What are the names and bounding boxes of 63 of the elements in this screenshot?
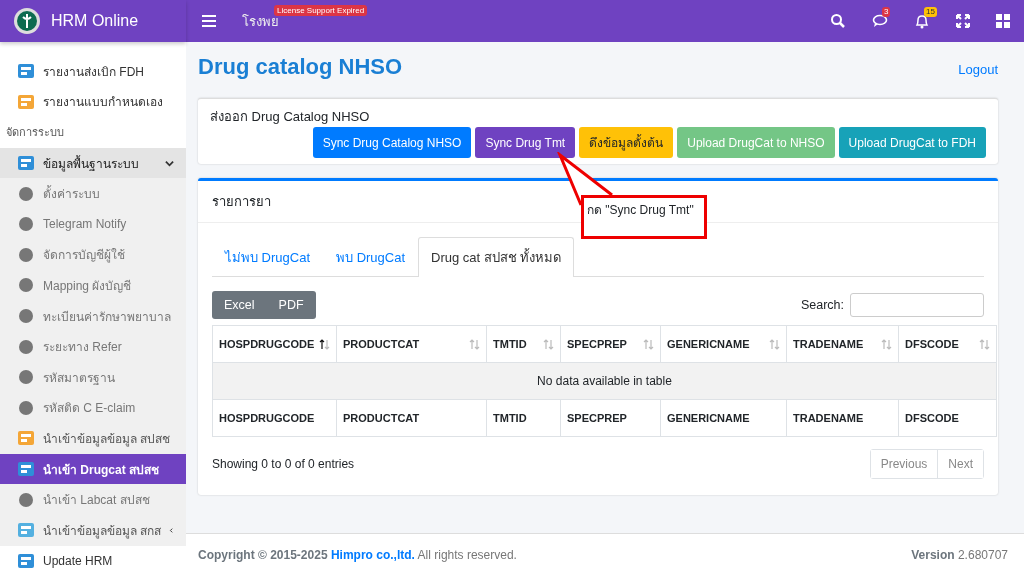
sidebar-item[interactable]: นำเข้า Drugcat สปสช — [0, 453, 186, 485]
chevron-icon — [165, 158, 174, 168]
action-button[interactable]: Sync Drug Tmt — [475, 127, 576, 158]
column-footer: TRADENAME — [786, 399, 899, 437]
message-count-badge: 3 — [882, 7, 891, 17]
sidebar-item[interactable]: ระยะทาง Refer — [0, 331, 186, 362]
tab[interactable]: พบ DrugCat — [323, 237, 419, 277]
sidebar-group[interactable]: นำเข้าข้อมูลข้อมูล สปสช — [0, 423, 186, 454]
sidebar-section-label: จัดการระบบ — [5, 125, 65, 141]
search-label: Search: — [800, 298, 844, 312]
export-button[interactable]: Excel — [212, 291, 267, 319]
action-button[interactable]: Upload DrugCat to FDH — [838, 127, 986, 158]
column-header[interactable]: DFSCODE — [898, 325, 997, 363]
column-footer: GENERICNAME — [660, 399, 787, 437]
column-header[interactable]: GENERICNAME — [660, 325, 787, 363]
column-header[interactable]: TMTID — [486, 325, 561, 363]
column-footer: TMTID — [486, 399, 561, 437]
sidebar-item[interactable]: รายงานแบบกำหนดเอง — [0, 86, 186, 118]
column-footer: DFSCODE — [898, 399, 997, 437]
column-footer: SPECPREP — [560, 399, 661, 437]
sidebar-item[interactable]: รหัสมาตรฐาน — [0, 361, 186, 393]
sidebar-group[interactable]: ข้อมูลพื้นฐานระบบ — [0, 147, 186, 179]
version-text: Version 2.680707 — [911, 548, 1008, 562]
column-header[interactable]: TRADENAME — [786, 325, 899, 363]
card-title: ส่งออก Drug Catalog NHSO — [210, 108, 371, 126]
copyright-text: Copyright © 2015-2025 Himpro co.,ltd. All rights reserved. — [198, 548, 517, 562]
fullscreen-icon[interactable] — [956, 14, 970, 28]
sidebar-item[interactable]: นำเข้า Labcat สปสช — [0, 484, 186, 515]
tab[interactable]: Drug cat สปสช ทั้งหมด — [418, 237, 575, 277]
logo-icon — [13, 7, 41, 35]
export-button[interactable]: PDF — [266, 291, 316, 319]
grid-icon[interactable] — [996, 14, 1010, 28]
sidebar-item[interactable]: ทะเบียนค่ารักษาพยาบาล — [0, 300, 186, 332]
logout-link[interactable]: Logout — [958, 62, 998, 77]
column-footer: HOSPDRUGCODE — [212, 399, 337, 437]
column-header[interactable]: PRODUCTCAT — [336, 325, 487, 363]
bell-icon[interactable] — [914, 13, 930, 29]
callout-note: กด "Sync Drug Tmt" — [581, 195, 707, 239]
entries-info: Showing 0 to 0 of 0 entries — [212, 457, 355, 471]
app-title: HRM Online — [51, 12, 139, 30]
sidebar-item[interactable]: ตั้งค่าระบบ — [0, 178, 186, 209]
column-header[interactable]: HOSPDRUGCODE — [212, 325, 337, 363]
column-header[interactable]: SPECPREP — [560, 325, 661, 363]
sidebar-group[interactable]: นำเข้าข้อมูลข้อมูล สกส — [0, 514, 186, 546]
sidebar-item[interactable]: จัดการบัญชีผู้ใช้ — [0, 239, 186, 271]
company-link[interactable]: Himpro co.,ltd. — [330, 548, 415, 562]
column-footer: PRODUCTCAT — [336, 399, 487, 437]
sidebar-item[interactable]: Update HRM — [0, 545, 186, 576]
sidebar-item[interactable]: Mapping ผังบัญชี — [0, 270, 186, 301]
chat-icon[interactable] — [872, 13, 888, 29]
sidebar-item[interactable]: รหัสติด C E-claim — [0, 392, 186, 424]
notification-count-badge: 15 — [924, 7, 937, 17]
action-button[interactable]: Sync Drug Catalog NHSO — [312, 127, 472, 158]
search-icon[interactable] — [830, 13, 846, 29]
chevron-icon — [169, 525, 174, 535]
sidebar-item[interactable]: Telegram Notify — [0, 208, 186, 240]
license-badge: License Support Expired — [274, 4, 368, 16]
sidebar-item[interactable]: รายงานส่งเบิก FDH — [0, 56, 186, 87]
page-title: Drug catalog NHSO — [198, 54, 403, 80]
empty-table-message: No data available in table — [212, 362, 997, 400]
tab[interactable]: ไม่พบ DrugCat — [212, 237, 324, 277]
action-button[interactable]: ดึงข้อมูลตั้งต้น — [579, 127, 674, 158]
search-field[interactable] — [850, 293, 984, 317]
